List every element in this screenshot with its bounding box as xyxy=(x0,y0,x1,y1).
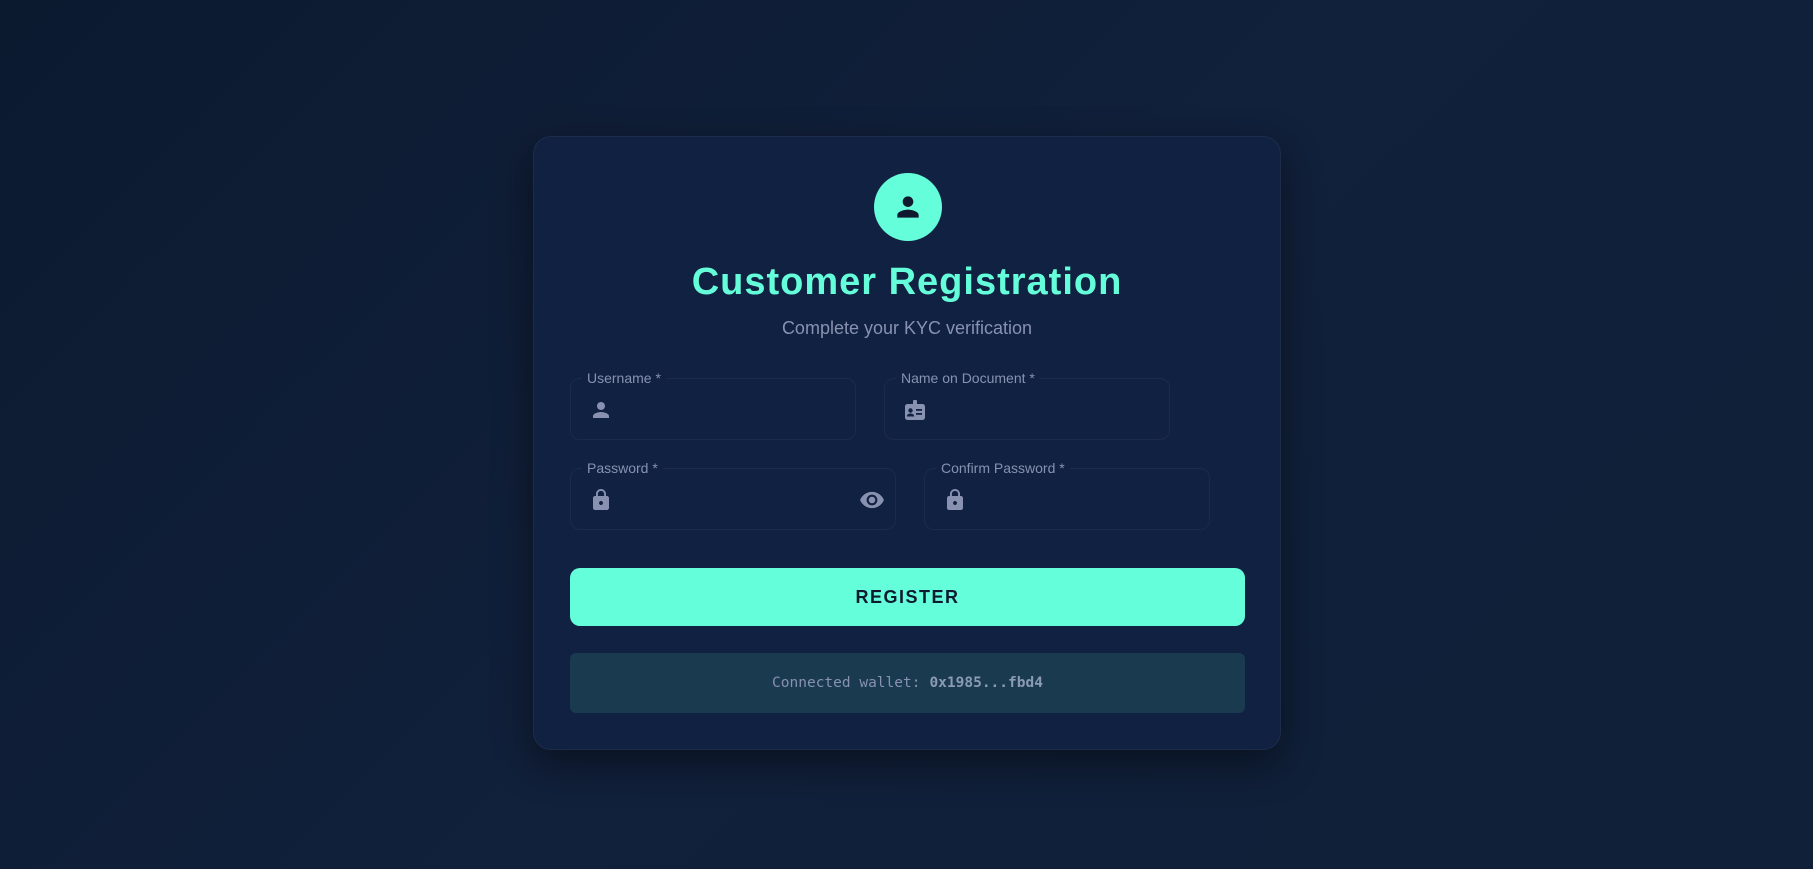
person-icon xyxy=(593,402,609,418)
id-card-icon xyxy=(905,400,925,420)
page-subtitle: Complete your KYC verification xyxy=(781,318,1033,338)
wallet-prefix: Connected wallet: xyxy=(772,675,921,691)
lock-icon xyxy=(593,489,609,510)
password-label: Password * xyxy=(582,459,663,477)
registration-card: Customer Registration Complete your KYC … xyxy=(533,136,1281,750)
confirm-password-label: Confirm Password * xyxy=(936,459,1070,477)
password-input[interactable] xyxy=(625,481,843,519)
name-on-document-label: Name on Document * xyxy=(896,369,1040,387)
confirm-password-field: Confirm Password * xyxy=(924,459,1210,530)
page-title: Customer Registration xyxy=(691,261,1123,303)
connected-wallet-box: Connected wallet: 0x1985...fbd4 xyxy=(570,653,1245,713)
person-icon xyxy=(897,196,919,218)
wallet-address: 0x1985...fbd4 xyxy=(929,675,1043,691)
name-on-document-field: Name on Document * xyxy=(884,369,1170,440)
eye-icon[interactable] xyxy=(859,487,885,513)
username-field: Username * xyxy=(570,369,856,440)
lock-icon xyxy=(947,489,963,510)
avatar xyxy=(874,173,942,241)
password-field: Password * xyxy=(570,459,896,530)
confirm-password-input[interactable] xyxy=(979,481,1157,519)
name-on-document-input[interactable] xyxy=(939,391,1117,429)
username-label: Username * xyxy=(582,369,666,387)
username-input[interactable] xyxy=(625,391,803,429)
register-button[interactable]: REGISTER xyxy=(570,568,1245,626)
